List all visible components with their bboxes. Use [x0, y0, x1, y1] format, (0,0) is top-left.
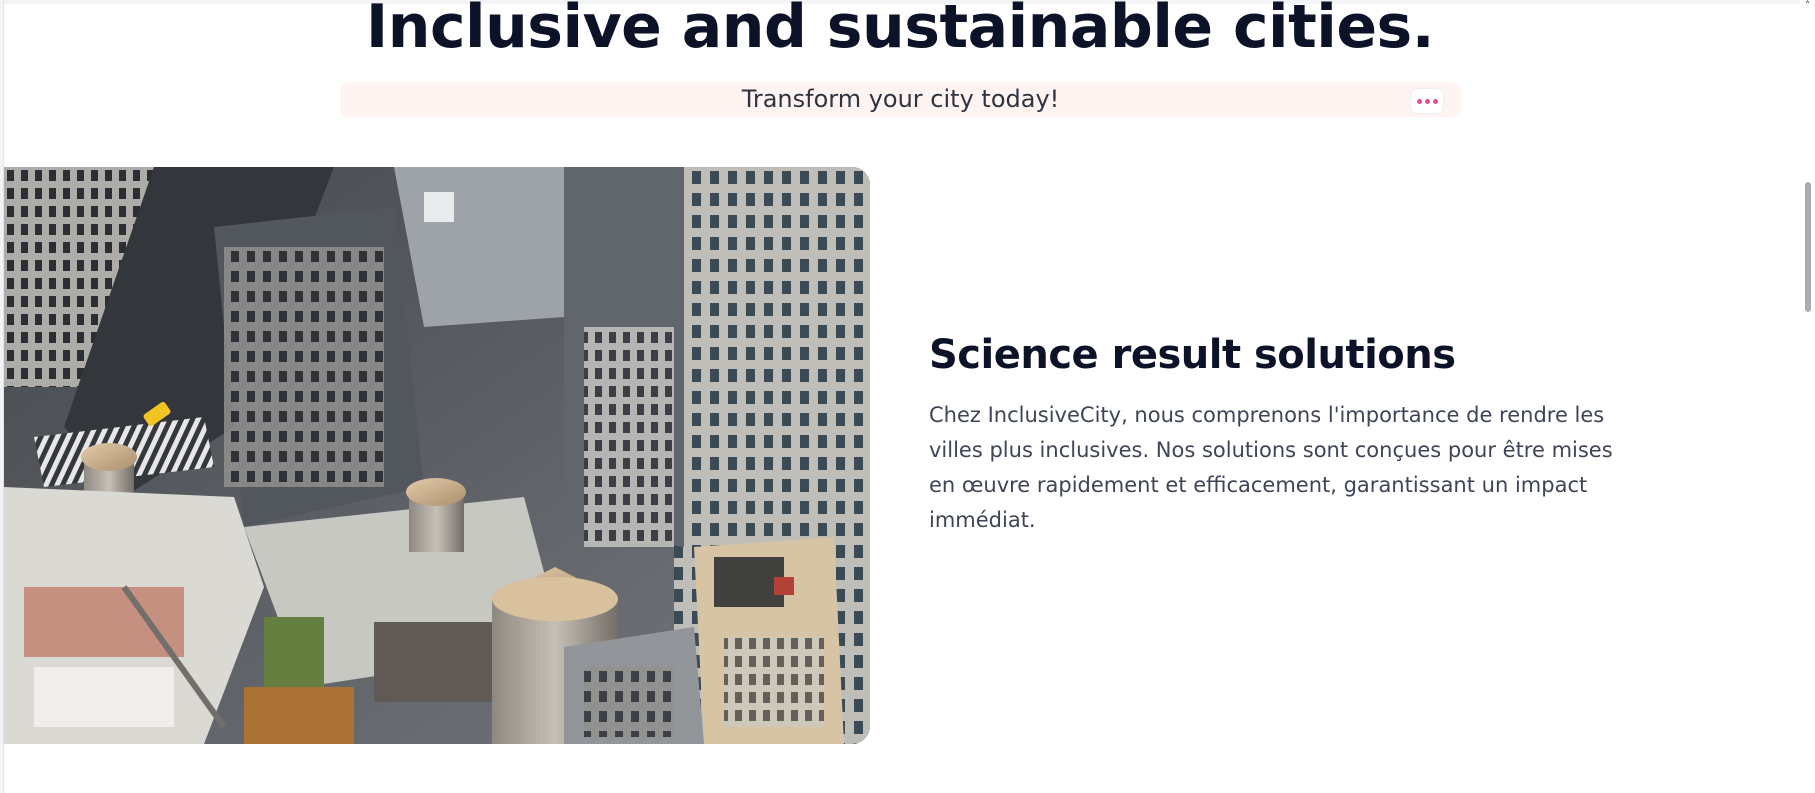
- ellipsis-icon: [1432, 98, 1438, 104]
- vertical-scrollbar[interactable]: ˄: [1800, 0, 1815, 793]
- section-body: Chez InclusiveCity, nous comprenons l'im…: [929, 403, 1613, 532]
- cta-banner: Transform your city today!: [340, 82, 1461, 117]
- ellipsis-icon: [1416, 98, 1422, 104]
- city-rooftops-photo: [4, 167, 870, 744]
- more-options-button[interactable]: [1410, 88, 1444, 114]
- section-title: Science result solutions: [929, 332, 1456, 378]
- ellipsis-icon: [1424, 98, 1430, 104]
- hero-title: Inclusive and sustainable cities.: [365, 0, 1435, 62]
- cta-text: Transform your city today!: [741, 85, 1060, 113]
- scrollbar-thumb[interactable]: [1805, 182, 1811, 312]
- page-viewport: Inclusive and sustainable cities. Transf…: [0, 0, 1815, 793]
- chevron-up-icon[interactable]: ˄: [1802, 0, 1813, 12]
